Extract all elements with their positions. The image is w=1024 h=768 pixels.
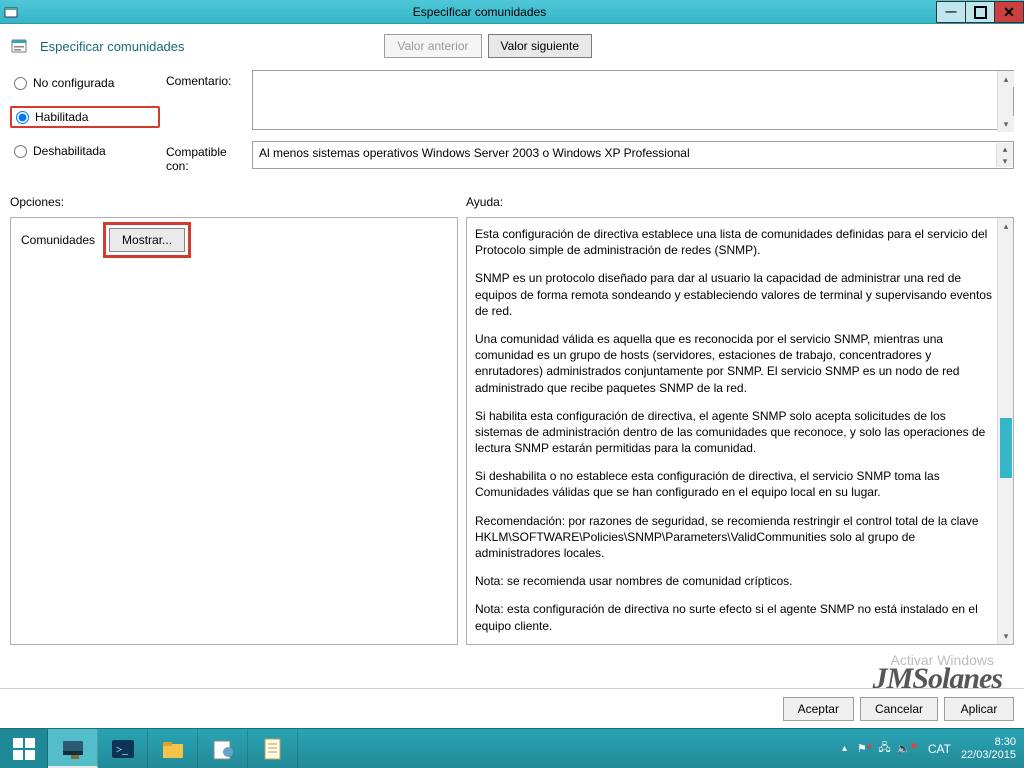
next-setting-button[interactable]: Valor siguiente — [488, 34, 593, 58]
policy-header: Especificar comunidades Valor anterior V… — [0, 24, 1024, 66]
radio-enabled[interactable]: Habilitada — [10, 106, 160, 128]
compat-value: Al menos sistemas operativos Windows Ser… — [259, 146, 690, 160]
show-communities-button[interactable]: Mostrar... — [109, 228, 185, 252]
flag-icon[interactable]: ⚑● — [857, 742, 872, 755]
comment-label: Comentario: — [166, 70, 246, 88]
radio-disabled[interactable]: Deshabilitada — [10, 142, 160, 160]
prev-setting-button[interactable]: Valor anterior — [384, 34, 481, 58]
help-paragraph: Si deshabilita o no establece esta confi… — [475, 468, 995, 500]
scroll-up-icon[interactable]: ▴ — [997, 143, 1013, 155]
clock-date: 22/03/2015 — [961, 749, 1016, 761]
policy-main: No configurada Habilitada Deshabilitada … — [0, 66, 1024, 181]
network-icon[interactable]: 🖧 — [878, 739, 890, 758]
window-title: Especificar comunidades — [22, 0, 937, 23]
taskbar-item-explorer[interactable] — [148, 729, 198, 768]
sound-icon[interactable]: 🔈✖ — [897, 742, 918, 755]
apply-button[interactable]: Aplicar — [944, 697, 1014, 721]
radio-disabled-input[interactable] — [14, 145, 27, 158]
comment-textarea[interactable] — [252, 70, 1014, 130]
tray-overflow-button[interactable]: ▴ — [842, 743, 847, 754]
radio-disabled-label: Deshabilitada — [33, 144, 106, 158]
help-paragraph: Nota: esta configuración de directiva no… — [475, 601, 995, 633]
taskbar-item-notepad[interactable] — [248, 729, 298, 768]
help-paragraph: Si habilita esta configuración de direct… — [475, 408, 995, 457]
help-scrollbar[interactable]: ▴ ▾ — [997, 218, 1013, 644]
radio-not-configured[interactable]: No configurada — [10, 74, 160, 92]
radio-enabled-input[interactable] — [16, 111, 29, 124]
minimize-button[interactable]: — — [936, 1, 966, 23]
policy-icon — [10, 36, 30, 56]
comment-scrollbar[interactable]: ▴ ▾ — [997, 71, 1013, 132]
compat-scrollbar[interactable]: ▴ ▾ — [996, 143, 1012, 167]
taskbar: >_ ▴ ⚑● 🖧 🔈✖ CAT 8:30 22/03/2015 — [0, 728, 1024, 768]
help-paragraph: Esta configuración de directiva establec… — [475, 226, 995, 258]
help-paragraph: Nota: se recomienda usar nombres de comu… — [475, 573, 995, 589]
options-header: Opciones: — [10, 195, 458, 209]
help-paragraph: SNMP es un protocolo diseñado para dar a… — [475, 270, 995, 319]
taskbar-item-gpo-editor[interactable] — [198, 729, 248, 768]
help-header: Ayuda: — [466, 195, 1014, 209]
scroll-down-icon[interactable]: ▾ — [997, 155, 1013, 167]
windows-activation-watermark: Activar Windows — [891, 652, 994, 668]
windows-logo-icon — [13, 738, 35, 760]
titlebar: Especificar comunidades — ✕ — [0, 0, 1024, 24]
taskbar-item-powershell[interactable]: >_ — [98, 729, 148, 768]
scrollbar-thumb[interactable] — [1000, 418, 1012, 478]
policy-title: Especificar comunidades — [40, 39, 185, 54]
system-tray: ▴ ⚑● 🖧 🔈✖ CAT 8:30 22/03/2015 — [834, 729, 1024, 768]
radio-not-configured-label: No configurada — [33, 76, 114, 90]
compat-box: Al menos sistemas operativos Windows Ser… — [252, 141, 1014, 169]
taskbar-item-server-manager[interactable] — [48, 729, 98, 768]
help-pane: Esta configuración de directiva establec… — [466, 217, 1014, 645]
language-indicator[interactable]: CAT — [928, 742, 951, 756]
help-paragraph: Una comunidad válida es aquella que es r… — [475, 331, 995, 396]
scroll-down-icon[interactable]: ▾ — [998, 116, 1014, 132]
communities-label: Comunidades — [21, 233, 95, 247]
radio-not-configured-input[interactable] — [14, 77, 27, 90]
scroll-up-icon[interactable]: ▴ — [998, 218, 1014, 234]
window-icon — [0, 0, 22, 23]
ok-button[interactable]: Aceptar — [783, 697, 854, 721]
start-button[interactable] — [0, 729, 48, 768]
scroll-down-icon[interactable]: ▾ — [998, 628, 1014, 644]
svg-text:>_: >_ — [116, 744, 128, 756]
help-paragraph: Recomendación: por razones de seguridad,… — [475, 513, 995, 562]
scroll-up-icon[interactable]: ▴ — [998, 71, 1014, 87]
clock[interactable]: 8:30 22/03/2015 — [961, 736, 1016, 760]
cancel-button[interactable]: Cancelar — [860, 697, 938, 721]
maximize-button[interactable] — [965, 1, 995, 23]
compat-label: Compatible con: — [166, 141, 246, 173]
help-text: Esta configuración de directiva establec… — [475, 226, 995, 636]
radio-enabled-label: Habilitada — [35, 110, 88, 124]
dialog-button-bar: Aceptar Cancelar Aplicar — [0, 688, 1024, 728]
options-pane: Comunidades Mostrar... — [10, 217, 458, 645]
clock-time: 8:30 — [961, 736, 1016, 748]
close-button[interactable]: ✕ — [994, 1, 1024, 23]
